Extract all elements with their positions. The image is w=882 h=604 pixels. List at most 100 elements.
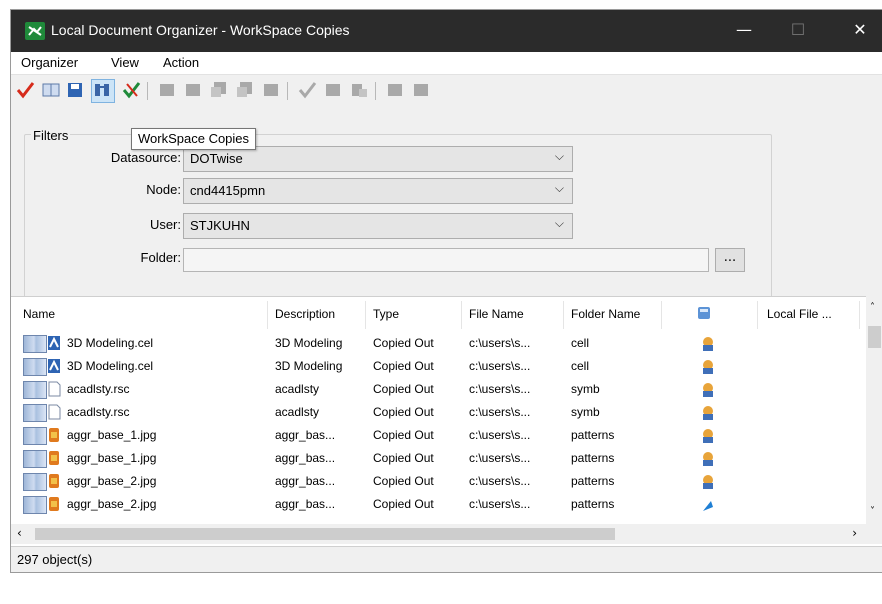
open-book-icon[interactable] (41, 80, 61, 100)
check-disabled-icon (297, 80, 317, 100)
cell-name: aggr_base_2.jpg (67, 497, 157, 511)
cell-file-name: c:\users\s... (469, 474, 531, 488)
cell-name: aggr_base_1.jpg (67, 451, 157, 465)
save-icon[interactable] (65, 80, 85, 100)
chevron-down-icon: ⌵ (554, 149, 564, 163)
doc-disabled-icon (323, 80, 343, 100)
filters-legend: Filters (31, 128, 71, 143)
doc-disabled-icon (261, 80, 281, 100)
app-logo-icon (25, 22, 45, 40)
column-divider[interactable] (859, 301, 860, 329)
user-status-icon (701, 382, 715, 398)
column-divider[interactable] (461, 301, 462, 329)
database-icon (697, 307, 711, 324)
img-file-icon (47, 450, 61, 466)
table-row[interactable]: 3D Modeling.cel 3D Modeling Copied Out c:\u… (11, 356, 867, 379)
scroll-up-icon[interactable]: ˄ (870, 302, 875, 313)
folder-label: Folder: (140, 250, 181, 265)
user-select[interactable]: STJKUHN ⌵ (183, 213, 573, 239)
cell-description: aggr_bas... (275, 497, 336, 511)
cell-file-name: c:\users\s... (469, 382, 531, 396)
title-bar[interactable]: Local Document Organizer - WorkSpace Cop… (11, 10, 882, 52)
cell-description: aggr_bas... (275, 474, 336, 488)
cell-name: 3D Modeling.cel (67, 359, 154, 373)
cell-description: 3D Modeling (275, 359, 343, 373)
column-description[interactable]: Description (275, 307, 335, 321)
table-row[interactable]: aggr_base_1.jpg aggr_bas... Copied Out c:\u… (11, 425, 867, 448)
user-status-icon (701, 451, 715, 467)
toolbar (11, 74, 882, 106)
close-button[interactable]: ✕ (837, 10, 882, 52)
column-local-file[interactable]: Local File ... (767, 307, 832, 321)
datasource-label: Datasource: (110, 150, 181, 165)
maximize-button: ☐ (790, 20, 806, 39)
cell-name: acadlsty.rsc (67, 405, 130, 419)
node-value: cnd4415pmn (190, 183, 266, 198)
chevron-down-icon: ⌵ (554, 181, 564, 195)
file-list: Name Description Type File Name Folder N… (11, 296, 882, 547)
minimize-button[interactable]: — (721, 10, 767, 52)
column-divider[interactable] (563, 301, 564, 329)
cell-file-name: c:\users\s... (469, 336, 531, 350)
cell-folder-name: patterns (571, 428, 615, 442)
cell-folder-name: patterns (571, 451, 615, 465)
doc-disabled-icon (385, 80, 405, 100)
cell-type: Copied Out (373, 336, 434, 350)
cell-folder-name: symb (571, 405, 600, 419)
scroll-thumb[interactable] (868, 326, 881, 348)
document-book-icon (23, 335, 47, 353)
table-row[interactable]: acadlsty.rsc acadlsty Copied Out c:\users\s… (11, 402, 867, 425)
column-type[interactable]: Type (373, 307, 399, 321)
document-book-icon (23, 381, 47, 399)
workspace-copies-icon[interactable] (91, 79, 115, 103)
cell-folder-name: symb (571, 382, 600, 396)
column-divider[interactable] (757, 301, 758, 329)
cell-type: Copied Out (373, 382, 434, 396)
menu-view[interactable]: View (111, 55, 139, 70)
column-divider[interactable] (365, 301, 366, 329)
menu-action[interactable]: Action (163, 55, 199, 70)
cell-file-name: c:\users\s... (469, 405, 531, 419)
cell-type: Copied Out (373, 428, 434, 442)
table-row[interactable]: aggr_base_2.jpg aggr_bas... Copied Out c:\u… (11, 471, 867, 494)
column-divider[interactable] (267, 301, 268, 329)
doc-disabled-icon (235, 80, 255, 100)
table-row[interactable]: aggr_base_2.jpg aggr_bas... Copied Out c:\u… (11, 494, 867, 517)
cell-type: Copied Out (373, 474, 434, 488)
table-row[interactable]: acadlsty.rsc acadlsty Copied Out c:\users\s… (11, 379, 867, 402)
folder-field[interactable] (183, 248, 709, 272)
check-icon[interactable] (15, 80, 35, 100)
remove-check-icon[interactable] (121, 80, 141, 100)
doc-disabled-icon (209, 80, 229, 100)
browse-button[interactable]: ... (715, 248, 745, 272)
column-name[interactable]: Name (23, 307, 55, 321)
scroll-down-icon[interactable]: ˅ (870, 506, 875, 517)
cell-folder-name: cell (571, 336, 590, 350)
vertical-scrollbar[interactable]: ˄ ˅ (866, 296, 882, 524)
cell-description: acadlsty (275, 405, 320, 419)
column-file-name[interactable]: File Name (469, 307, 524, 321)
column-folder-name[interactable]: Folder Name (571, 307, 640, 321)
toolbar-separator (287, 82, 288, 100)
scroll-thumb[interactable] (35, 528, 615, 540)
img-file-icon (47, 473, 61, 489)
table-row[interactable]: aggr_base_1.jpg aggr_bas... Copied Out c:\u… (11, 448, 867, 471)
cell-name: aggr_base_1.jpg (67, 428, 157, 442)
img-file-icon (47, 496, 61, 512)
menu-organizer[interactable]: Organizer (21, 55, 78, 70)
cell-file-name: c:\users\s... (469, 451, 531, 465)
cell-name: acadlsty.rsc (67, 382, 130, 396)
doc-disabled-icon (183, 80, 203, 100)
node-select[interactable]: cnd4415pmn ⌵ (183, 178, 573, 204)
user-status-icon (701, 405, 715, 421)
horizontal-scrollbar[interactable]: ‹ › (11, 524, 882, 544)
cell-description: 3D Modeling (275, 336, 343, 350)
column-status[interactable] (697, 305, 711, 324)
table-row[interactable]: 3D Modeling.cel 3D Modeling Copied Out c:\u… (11, 333, 867, 356)
column-divider[interactable] (661, 301, 662, 329)
user-status-icon (701, 359, 715, 375)
cell-file-name: c:\users\s... (469, 428, 531, 442)
scroll-right-icon[interactable]: › (852, 526, 857, 540)
cell-description: aggr_bas... (275, 428, 336, 442)
scroll-left-icon[interactable]: ‹ (17, 526, 22, 540)
